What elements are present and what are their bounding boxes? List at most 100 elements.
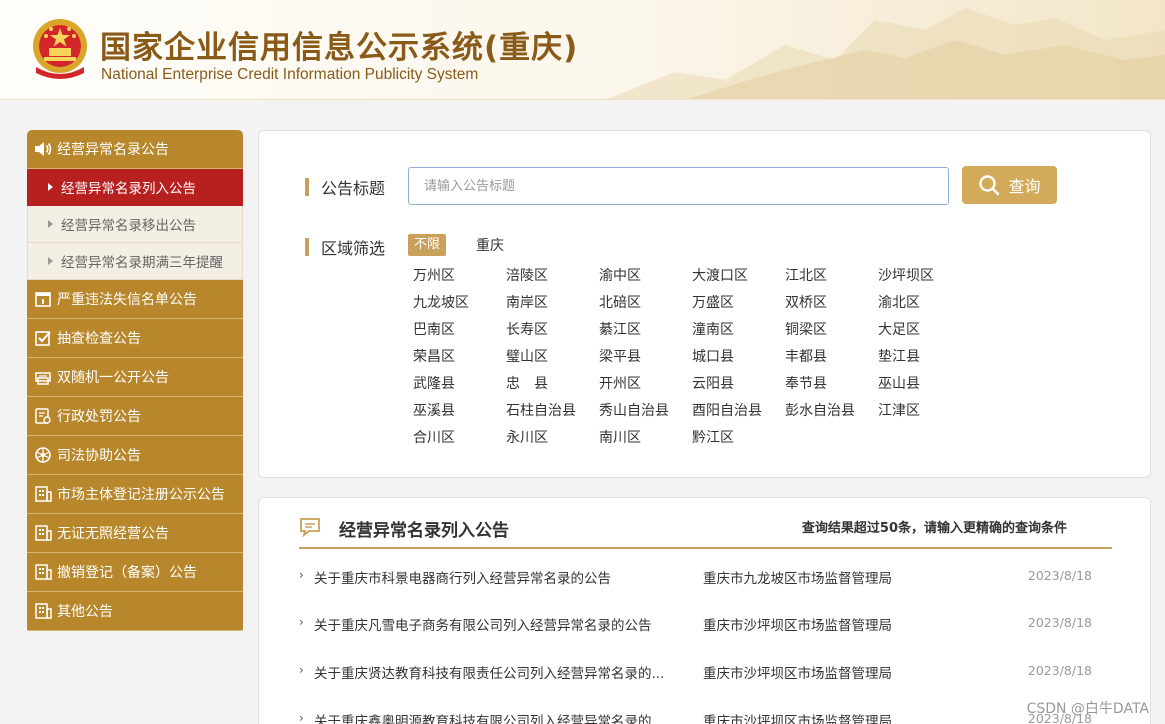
district-option[interactable]: 南岸区: [506, 290, 599, 317]
district-option[interactable]: 綦江区: [599, 317, 692, 344]
speaker-icon: [35, 142, 52, 156]
result-date: 2023/8/18: [1027, 663, 1092, 678]
sidebar-group-abnormal-list[interactable]: 经营异常名录公告: [27, 130, 243, 169]
district-option[interactable]: 开州区: [599, 371, 692, 398]
building-icon: [35, 564, 52, 580]
result-title-link[interactable]: 关于重庆鑫奥明源教育科技有限公司列入经营异常名录的...: [314, 710, 679, 724]
sidebar-item-label: 抽查检查公告: [57, 331, 141, 347]
district-option[interactable]: 万盛区: [692, 290, 785, 317]
sidebar-item-unlicensed[interactable]: 无证无照经营公告: [27, 514, 243, 553]
result-date: 2023/8/18: [1027, 568, 1092, 583]
title-field-label: 公告标题: [305, 175, 385, 199]
result-row[interactable]: › 关于重庆贤达教育科技有限责任公司列入经营异常名录的... 重庆市沙坪坝区市场监督…: [299, 659, 1112, 683]
chevron-right-icon: ›: [299, 615, 304, 629]
sidebar-item-judicial[interactable]: 司法协助公告: [27, 436, 243, 475]
district-option[interactable]: 永川区: [506, 425, 599, 452]
district-option[interactable]: 铜梁区: [785, 317, 878, 344]
result-row[interactable]: › 关于重庆鑫奥明源教育科技有限公司列入经营异常名录的... 重庆市沙坪坝区市场监督…: [299, 707, 1112, 724]
district-option[interactable]: 荣昌区: [413, 344, 506, 371]
district-option[interactable]: 巫溪县: [413, 398, 506, 425]
district-option[interactable]: 江津区: [878, 398, 971, 425]
district-option[interactable]: 长寿区: [506, 317, 599, 344]
district-option[interactable]: 石柱自治县: [506, 398, 599, 425]
district-option[interactable]: 奉节县: [785, 371, 878, 398]
sidebar-item-other[interactable]: 其他公告: [27, 592, 243, 631]
sidebar-item-serious-violation[interactable]: 严重违法失信名单公告: [27, 280, 243, 319]
sidebar-item-admin-penalty[interactable]: 行政处罚公告: [27, 397, 243, 436]
checkbox-icon: [35, 331, 51, 346]
document-icon: [35, 408, 51, 424]
title-search-input[interactable]: [408, 167, 949, 205]
comment-icon: [300, 518, 320, 538]
chevron-right-icon: ›: [299, 568, 304, 582]
result-title-link[interactable]: 关于重庆贤达教育科技有限责任公司列入经营异常名录的...: [314, 662, 679, 682]
sidebar-sub-item-expiry[interactable]: 经营异常名录期满三年提醒: [27, 243, 243, 280]
result-title-link[interactable]: 关于重庆凡雪电子商务有限公司列入经营异常名录的公告: [314, 614, 679, 634]
triangle-right-icon: [48, 183, 53, 191]
district-option[interactable]: 潼南区: [692, 317, 785, 344]
district-option[interactable]: 武隆县: [413, 371, 506, 398]
district-option[interactable]: 沙坪坝区: [878, 263, 971, 290]
label-accent-bar: [305, 238, 309, 256]
district-option[interactable]: 巫山县: [878, 371, 971, 398]
sidebar-item-revocation[interactable]: 撤销登记（备案）公告: [27, 553, 243, 592]
district-option[interactable]: 南川区: [599, 425, 692, 452]
wheel-icon: [35, 447, 51, 463]
district-option[interactable]: 大渡口区: [692, 263, 785, 290]
sidebar-item-registration[interactable]: 市场主体登记注册公示公告: [27, 475, 243, 514]
sidebar: 经营异常名录公告 经营异常名录列入公告 经营异常名录移出公告 经营异常名录期满三…: [27, 130, 243, 631]
district-option[interactable]: 巴南区: [413, 317, 506, 344]
district-option[interactable]: 垫江县: [878, 344, 971, 371]
sidebar-sub-item-label: 经营异常名录移出公告: [61, 218, 196, 234]
district-option[interactable]: 大足区: [878, 317, 971, 344]
sidebar-item-label: 行政处罚公告: [57, 409, 141, 425]
results-panel: 经营异常名录列入公告 查询结果超过50条，请输入更精确的查询条件 › 关于重庆市科…: [258, 497, 1151, 724]
district-option[interactable]: 酉阳自治县: [692, 398, 785, 425]
district-option[interactable]: 江北区: [785, 263, 878, 290]
chevron-right-icon: ›: [299, 711, 304, 724]
region-all-tag[interactable]: 不限: [408, 234, 447, 256]
district-option[interactable]: 渝中区: [599, 263, 692, 290]
chevron-right-icon: ›: [299, 663, 304, 677]
site-header: 国家企业信用信息公示系统(重庆) National Enterprise Cre…: [0, 0, 1165, 100]
district-option[interactable]: 梁平县: [599, 344, 692, 371]
result-row[interactable]: › 关于重庆凡雪电子商务有限公司列入经营异常名录的公告 重庆市沙坪坝区市场监督管理局…: [299, 611, 1112, 635]
district-option[interactable]: 合川区: [413, 425, 506, 452]
district-option[interactable]: 城口县: [692, 344, 785, 371]
district-option[interactable]: 双桥区: [785, 290, 878, 317]
district-option[interactable]: 涪陵区: [506, 263, 599, 290]
district-option[interactable]: 丰都县: [785, 344, 878, 371]
district-option[interactable]: 九龙坡区: [413, 290, 506, 317]
sidebar-item-label: 市场主体登记注册公示公告: [57, 487, 225, 503]
sidebar-sub-item-removal[interactable]: 经营异常名录移出公告: [27, 206, 243, 243]
district-option[interactable]: 璧山区: [506, 344, 599, 371]
district-list: 万州区 涪陵区 渝中区 大渡口区 江北区 沙坪坝区九龙坡区 南岸区 北碚区 万盛区 双桥区 渝北区巴…: [413, 263, 973, 452]
sidebar-item-label: 司法协助公告: [57, 448, 141, 464]
triangle-right-icon: [48, 220, 53, 228]
results-header: 经营异常名录列入公告 查询结果超过50条，请输入更精确的查询条件: [299, 514, 1112, 549]
result-authority: 重庆市沙坪坝区市场监督管理局: [703, 618, 892, 634]
title-label-text: 公告标题: [321, 179, 386, 198]
search-button[interactable]: 查询: [962, 166, 1057, 204]
mountain-decoration: [607, 8, 1165, 99]
district-option[interactable]: 彭水自治县: [785, 398, 878, 425]
result-title-link[interactable]: 关于重庆市科景电器商行列入经营异常名录的公告: [314, 567, 679, 587]
result-row[interactable]: › 关于重庆市科景电器商行列入经营异常名录的公告 重庆市九龙坡区市场监督管理局 202…: [299, 564, 1112, 588]
district-option[interactable]: 云阳县: [692, 371, 785, 398]
watermark: CSDN @白牛DATA: [1026, 701, 1149, 717]
search-icon: [979, 175, 1000, 196]
search-button-label: 查询: [1008, 177, 1041, 196]
district-option[interactable]: 黔江区: [692, 425, 785, 452]
building-icon: [35, 525, 52, 541]
sidebar-sub-item-listing[interactable]: 经营异常名录列入公告: [27, 169, 243, 206]
district-option[interactable]: 北碚区: [599, 290, 692, 317]
district-option[interactable]: 万州区: [413, 263, 506, 290]
results-title: 经营异常名录列入公告: [339, 521, 509, 541]
sidebar-item-double-random[interactable]: 双随机一公开公告: [27, 358, 243, 397]
district-option[interactable]: 忠 县: [506, 371, 599, 398]
sidebar-sub-item-label: 经营异常名录列入公告: [61, 181, 196, 197]
district-option[interactable]: 渝北区: [878, 290, 971, 317]
sidebar-item-spot-check[interactable]: 抽查检查公告: [27, 319, 243, 358]
region-city-chongqing[interactable]: 重庆: [476, 235, 504, 255]
district-option[interactable]: 秀山自治县: [599, 398, 692, 425]
